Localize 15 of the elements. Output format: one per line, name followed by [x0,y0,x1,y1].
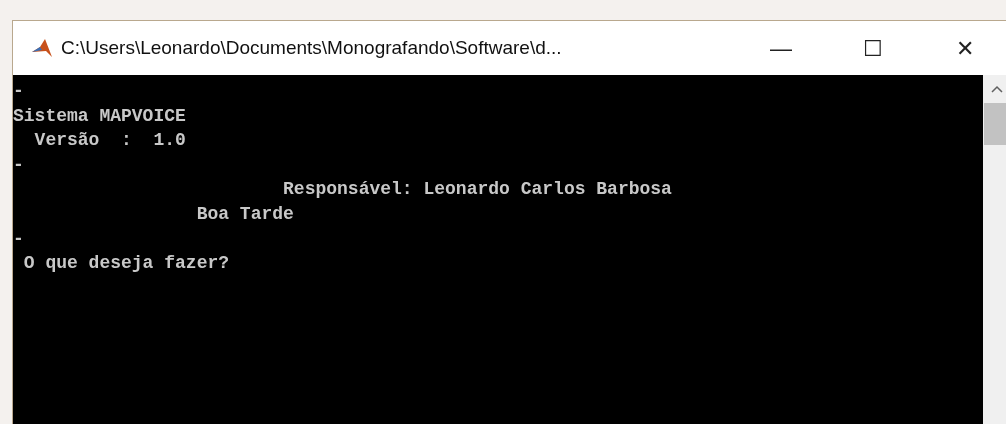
console-line: - [13,227,24,251]
console-line: Boa Tarde [195,202,294,226]
minimize-button[interactable]: — [735,28,827,68]
scroll-up-icon[interactable] [991,85,1003,93]
window-title: C:\Users\Leonardo\Documents\Monografando\Software\d... [61,35,562,60]
console-line: Versão : 1.0 [33,129,186,153]
scroll-thumb[interactable] [984,103,1006,145]
console-line: O que deseja fazer? [22,252,230,276]
maximize-button[interactable]: ☐ [827,28,919,68]
console-line: Responsável: Leonardo Carlos Barbosa [282,178,672,202]
console-line: Sistema MAPVOICE [13,104,186,128]
console-line: - [13,153,24,177]
app-logo-icon [31,38,53,58]
close-button[interactable]: ✕ [919,28,1006,68]
console-line: - [13,80,24,103]
